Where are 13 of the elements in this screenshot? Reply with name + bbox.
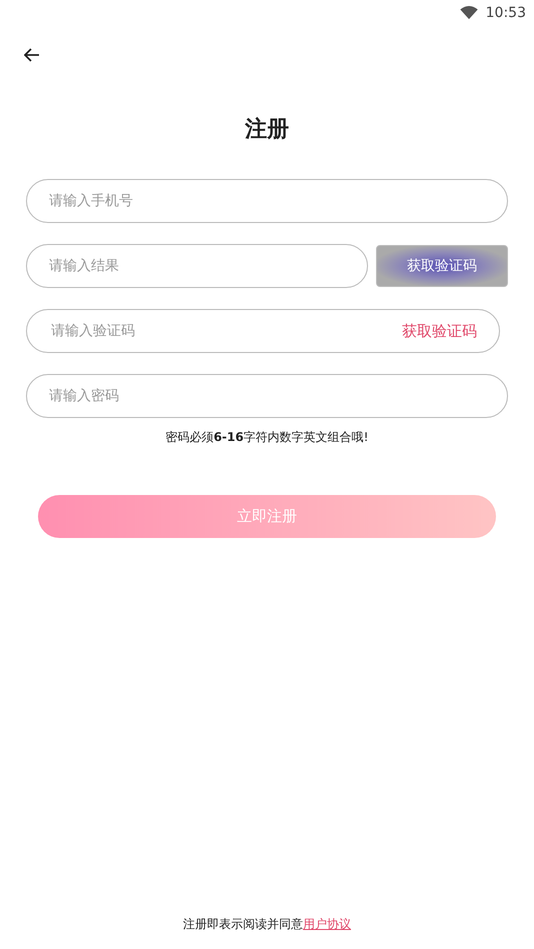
page-title: 注册 [244, 116, 290, 144]
input-field[interactable]: 请输入手机号 [26, 179, 508, 223]
input-field[interactable]: 请输入结果 [26, 244, 368, 288]
input-field[interactable]: 请输入密码 [26, 374, 508, 418]
get-code-link[interactable]: 获取验证码 [402, 322, 477, 340]
captcha-button[interactable]: 获取验证码 [376, 245, 508, 287]
agreement-text: 注册即表示阅读并同意用户协议 [182, 916, 352, 933]
wifi-icon [460, 6, 478, 20]
code-field[interactable]: 请输入验证码 获取验证码 [26, 309, 500, 353]
agreement-link[interactable]: 用户协议 [303, 917, 351, 931]
password-hint: 密码必须6-16字符内数字英文组合哦! [164, 429, 370, 446]
status-time: 10:53 [486, 4, 526, 20]
back-icon[interactable] [24, 48, 40, 62]
